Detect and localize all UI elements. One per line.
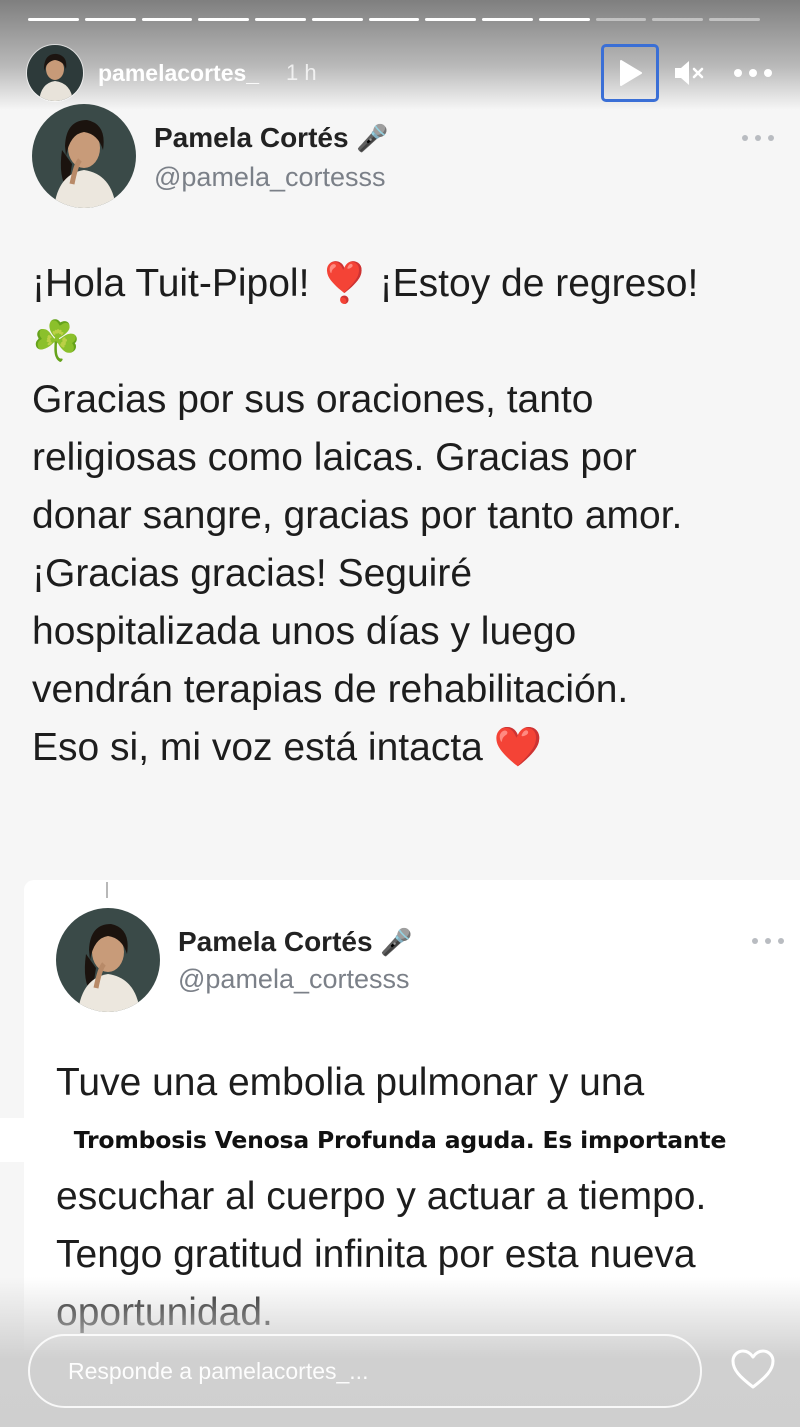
tweet-1-name-text: Pamela Cortés: [154, 122, 349, 153]
story-view: pamelacortes_ 1 h Pamela Cortés 🎤 @pamel…: [0, 0, 800, 1427]
tweet-1: Pamela Cortés 🎤 @pamela_cortesss ¡Hola T…: [0, 0, 800, 800]
reply-bar[interactable]: [28, 1334, 702, 1408]
tweet-1-avatar: [32, 104, 136, 208]
tweet-1-handle: @pamela_cortesss: [154, 162, 386, 192]
heart-outline-icon: [731, 1349, 775, 1389]
tweet-1-more-icon[interactable]: [740, 132, 776, 144]
tweet-1-line: ¡Hola Tuit-Pipol! ❣️ ¡Estoy de regreso!: [32, 262, 699, 305]
tweet-1-line: ¡Gracias gracias! Seguiré: [32, 552, 473, 595]
reply-input[interactable]: [66, 1357, 670, 1386]
story-text-overlay: Trombosis Venosa Profunda aguda. Es impo…: [0, 1118, 800, 1162]
like-button[interactable]: [730, 1348, 776, 1390]
shamrock-emoji: ☘️: [32, 320, 81, 363]
tweet-1-line: donar sangre, gracias por tanto amor.: [32, 494, 683, 537]
tweet-1-line: Eso si, mi voz está intacta ❤️: [32, 726, 543, 769]
tweet-1-author-name: Pamela Cortés 🎤: [154, 122, 389, 154]
tweet-1-text: ¡Hola Tuit-Pipol! ❣️ ¡Estoy de regreso! …: [32, 255, 792, 777]
tweet-1-line: hospitalizada unos días y luego: [32, 610, 577, 653]
tweet-1-line: religiosas como laicas. Gracias por: [32, 436, 637, 479]
tweet-1-line: Gracias por sus oraciones, tanto: [32, 378, 594, 421]
microphone-emoji: 🎤: [356, 123, 389, 153]
thread-connector: [106, 882, 108, 898]
tweet-1-line: vendrán terapias de rehabilitación.: [32, 668, 629, 711]
